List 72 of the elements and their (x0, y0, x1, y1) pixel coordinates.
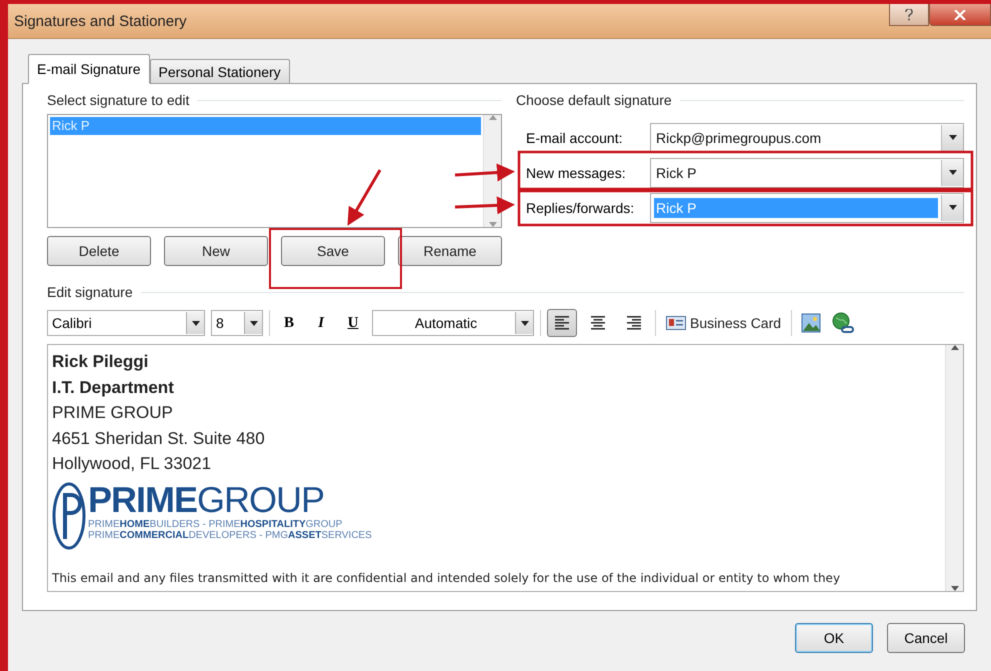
align-left-icon (553, 316, 571, 330)
signature-line: Hollywood, FL 33021 (52, 453, 212, 475)
dropdown-button[interactable] (941, 194, 963, 220)
bold-button[interactable]: B (276, 310, 302, 336)
field-label: Replies/forwards: (525, 200, 636, 216)
disclaimer-text: This email and any files transmitted with it are confidential and intended solely for the use of the individual or entity to whom they (52, 570, 842, 584)
dropdown-value: Rickp@primegroupus.com (655, 128, 822, 148)
size-dropdown[interactable]: 8 (211, 310, 263, 336)
dropdown-arrow-icon (192, 320, 200, 326)
dropdown-arrow-icon (520, 320, 528, 326)
align-button[interactable] (547, 309, 577, 337)
picture-icon (801, 313, 822, 333)
signature-editor[interactable] (47, 344, 964, 592)
group-label: Select signature to edit (47, 92, 190, 108)
dropdown-button[interactable] (941, 160, 963, 186)
signature-button[interactable]: Save (281, 236, 385, 266)
scroll-up-icon (950, 345, 958, 350)
align-right-icon (625, 316, 643, 330)
close-button[interactable] (929, 4, 991, 26)
color-name: Automatic (414, 315, 478, 331)
close-icon (954, 10, 966, 20)
dialog-button[interactable]: Cancel (887, 623, 965, 653)
underline-button[interactable]: U (340, 310, 366, 336)
dropdown-arrow-icon (250, 320, 258, 326)
dropdown-field[interactable]: Rick P (650, 158, 964, 188)
signature-button[interactable]: Delete (47, 236, 151, 266)
logo-tagline: PRIMEHOMEBUILDERS - PRIMEHOSPITALITYGROUP (88, 518, 344, 530)
tab[interactable]: E-mail Signature (28, 54, 150, 84)
dialog-button[interactable]: OK (795, 623, 873, 653)
tab[interactable]: Personal Stationery (150, 59, 290, 84)
annotation-arrow (347, 169, 382, 226)
signature-line: 4651 Sheridan St. Suite 480 (52, 428, 266, 450)
scrollbar[interactable] (483, 115, 501, 227)
dropdown-arrow-icon (948, 135, 956, 140)
group-label: Edit signature (47, 284, 133, 300)
signature-line: I.T. Department (52, 376, 175, 398)
window-title: Signatures and Stationery (14, 12, 187, 30)
font-size: 8 (215, 315, 225, 331)
globe-link-icon (832, 312, 854, 334)
italic-button[interactable]: I (308, 310, 334, 336)
dropdown-button[interactable] (244, 312, 262, 334)
dropdown-value: Rick P (654, 198, 938, 218)
signature-button[interactable]: New (164, 236, 268, 266)
annotation-arrow (454, 164, 515, 182)
insert-hyperlink-button[interactable] (830, 310, 856, 336)
align-center-icon (589, 316, 607, 330)
business-card-button[interactable]: Business Card (662, 310, 786, 336)
font-dropdown[interactable]: Calibri (47, 310, 205, 336)
help-icon (905, 8, 913, 20)
help-button[interactable] (889, 4, 929, 26)
logo-emblem-icon (52, 480, 86, 550)
dropdown-field[interactable]: Rickp@primegroupus.com (650, 122, 964, 152)
annotation-arrow (454, 196, 515, 214)
dropdown-value: Rick P (655, 164, 698, 182)
dropdown-arrow-icon (948, 205, 956, 210)
field-label: E-mail account: (525, 130, 624, 146)
scrollbar[interactable] (945, 345, 963, 591)
logo-wordmark: PRIMEGROUP (88, 480, 326, 518)
field-label: New messages: (525, 164, 627, 180)
dropdown-button[interactable] (941, 124, 963, 150)
dropdown-arrow-icon (948, 170, 956, 175)
signature-line: PRIME GROUP (52, 402, 174, 424)
scroll-down-icon (950, 586, 958, 591)
signature-line: Rick Pileggi (52, 351, 150, 373)
font-name: Calibri (51, 315, 93, 331)
color-dropdown[interactable]: Automatic (372, 310, 534, 336)
group-label: Choose default signature (516, 92, 672, 108)
dropdown-button[interactable] (515, 312, 533, 334)
dropdown-button[interactable] (186, 312, 204, 334)
signature-button[interactable]: Rename (398, 236, 502, 266)
logo-tagline: PRIMECOMMERCIALDEVELOPERS - PMGASSETSERVICES (88, 530, 372, 540)
business-card-icon (666, 316, 686, 330)
